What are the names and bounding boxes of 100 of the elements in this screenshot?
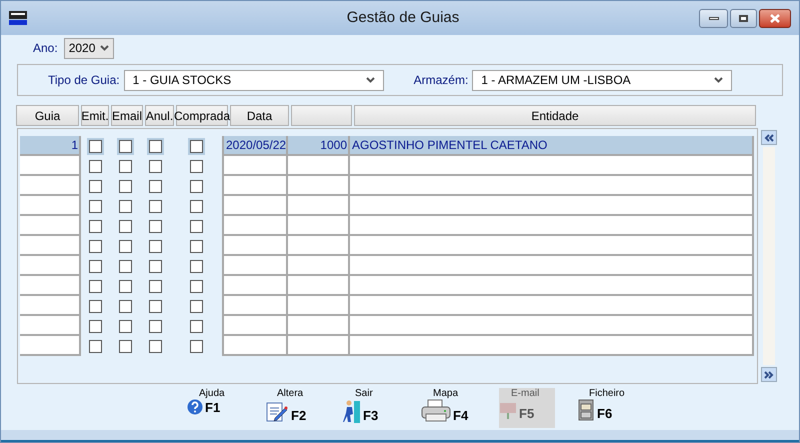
column-header[interactable]: Comprada xyxy=(176,105,228,126)
table-cell xyxy=(288,236,350,256)
checkbox[interactable] xyxy=(88,280,102,292)
armazem-label: Armazém: xyxy=(414,72,468,89)
checkbox[interactable] xyxy=(118,300,132,312)
armazem-dropdown[interactable]: 1 - ARMAZEM UM -LISBOA xyxy=(472,70,732,90)
checkbox[interactable] xyxy=(118,340,132,352)
column-header[interactable]: Email xyxy=(111,105,143,126)
table-cell xyxy=(20,316,81,336)
checkbox[interactable] xyxy=(149,320,162,332)
table-cell xyxy=(222,256,288,276)
toolbar-button[interactable]: Ficheiro F6 xyxy=(577,388,633,428)
table-cell xyxy=(288,256,350,276)
checkbox[interactable] xyxy=(88,180,102,192)
column-header[interactable]: Guia xyxy=(16,105,79,126)
toolbar-button[interactable]: Ajuda F1 xyxy=(187,388,243,428)
checkbox[interactable] xyxy=(88,220,102,232)
checkbox[interactable] xyxy=(118,200,132,212)
checkbox[interactable] xyxy=(149,240,162,252)
checkbox[interactable] xyxy=(118,260,132,272)
checkbox[interactable] xyxy=(118,160,132,172)
table-cell xyxy=(288,276,350,296)
close-icon xyxy=(770,14,780,22)
maximize-button[interactable] xyxy=(730,8,757,28)
table-cell xyxy=(20,296,81,316)
table-cell xyxy=(20,196,81,216)
table-cell xyxy=(288,336,350,356)
checkbox[interactable] xyxy=(88,320,102,332)
table-row[interactable]: 1 2020/05/22 1000 AGOSTINHO PIMENTEL CAETANO xyxy=(20,136,757,156)
ano-label: Ano: xyxy=(33,40,58,57)
checkbox[interactable] xyxy=(149,220,162,232)
column-header[interactable]: Emit. xyxy=(81,105,109,126)
file-cabinet-icon xyxy=(577,399,595,421)
column-header[interactable]: Entidade xyxy=(354,105,756,126)
checkbox[interactable] xyxy=(190,320,202,332)
checkbox[interactable] xyxy=(88,340,102,352)
checkbox[interactable] xyxy=(118,180,132,192)
scroll-up-button[interactable] xyxy=(761,130,777,145)
table-cell xyxy=(222,236,288,256)
checkbox[interactable] xyxy=(149,340,162,352)
checkbox[interactable] xyxy=(190,160,202,172)
minimize-button[interactable] xyxy=(699,8,728,28)
toolbar-button[interactable]: Mapa F4 xyxy=(421,388,477,428)
table-cell xyxy=(288,176,350,196)
table-cell xyxy=(288,316,350,336)
checkbox[interactable] xyxy=(118,280,132,292)
table-cell: 1000 xyxy=(288,136,350,156)
column-header[interactable]: Anul. xyxy=(145,105,174,126)
checkbox[interactable] xyxy=(190,260,202,272)
toolbar-button[interactable]: Sair F3 xyxy=(343,388,399,428)
checkbox[interactable] xyxy=(88,140,102,152)
checkbox[interactable] xyxy=(149,140,162,152)
checkbox[interactable] xyxy=(149,280,162,292)
table-cell xyxy=(288,296,350,316)
year-dropdown[interactable]: 2020 xyxy=(64,38,114,58)
double-chevron-right-icon xyxy=(764,370,774,378)
checkbox[interactable] xyxy=(190,340,202,352)
table-cell xyxy=(20,276,81,296)
checkbox[interactable] xyxy=(190,200,202,212)
checkbox[interactable] xyxy=(118,240,132,252)
checkbox[interactable] xyxy=(118,140,132,152)
checkbox[interactable] xyxy=(190,300,202,312)
checkbox[interactable] xyxy=(149,160,162,172)
table-cell xyxy=(222,276,288,296)
printer-icon xyxy=(421,399,451,423)
checkbox[interactable] xyxy=(88,200,102,212)
table-cell: AGOSTINHO PIMENTEL CAETANO xyxy=(350,136,754,156)
checkbox[interactable] xyxy=(118,220,132,232)
checkbox[interactable] xyxy=(88,240,102,252)
toolbar-button[interactable]: Altera F2 xyxy=(265,388,321,428)
checkbox[interactable] xyxy=(149,300,162,312)
table-cell xyxy=(222,216,288,236)
checkbox[interactable] xyxy=(190,280,202,292)
table-cell xyxy=(222,176,288,196)
table-cell xyxy=(288,196,350,216)
checkbox[interactable] xyxy=(149,260,162,272)
column-header[interactable]: Data xyxy=(230,105,289,126)
checkbox[interactable] xyxy=(88,260,102,272)
checkbox[interactable] xyxy=(88,160,102,172)
checkbox[interactable] xyxy=(149,180,162,192)
table-cell xyxy=(20,236,81,256)
checkbox[interactable] xyxy=(190,240,202,252)
table-cell xyxy=(20,156,81,176)
checkbox[interactable] xyxy=(190,140,202,152)
table-cell: 2020/05/22 xyxy=(222,136,288,156)
scroll-down-button[interactable] xyxy=(761,367,777,382)
checkbox[interactable] xyxy=(190,180,202,192)
checkbox[interactable] xyxy=(149,200,162,212)
table-cell xyxy=(288,156,350,176)
table-cell xyxy=(222,156,288,176)
checkbox[interactable] xyxy=(190,220,202,232)
window-title: Gestão de Guias xyxy=(346,8,460,28)
checkbox[interactable] xyxy=(88,300,102,312)
table-cell xyxy=(222,336,288,356)
table-cell xyxy=(222,296,288,316)
table-cell xyxy=(222,196,288,216)
checkbox[interactable] xyxy=(118,320,132,332)
tipo-guia-dropdown[interactable]: 1 - GUIA STOCKS xyxy=(124,70,384,90)
table-cell xyxy=(20,176,81,196)
close-button[interactable] xyxy=(759,8,791,28)
